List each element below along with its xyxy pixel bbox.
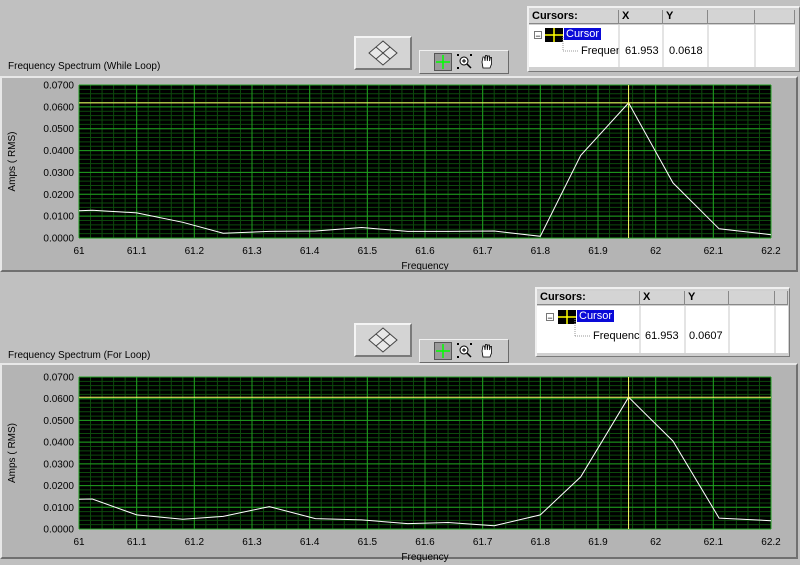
column-y-header: Y: [663, 10, 708, 24]
x-tick-label: 61.8: [531, 246, 551, 257]
zoom-tool[interactable]: [456, 342, 474, 360]
cursor-legend: Cursors: X Y − Cursor Frequency 61.953 0…: [535, 287, 790, 357]
cursor-table-gridlines: [562, 25, 756, 67]
graph-frame: 61 61.1 61.2 61.3 61.4 61.5 61.6 61.7 61.8 61.9 62…: [0, 76, 798, 272]
x-axis-label: Frequency: [401, 261, 448, 270]
zoom-icon: [457, 54, 472, 69]
x-tick-label: 62.1: [704, 537, 724, 548]
cursor-legend: Cursors: X Y − Cursor Frequer 61.953 0.0…: [527, 6, 800, 72]
cursors-header: Cursors:: [529, 10, 619, 24]
x-tick-label: 62: [650, 537, 662, 548]
column-blank-header: [775, 291, 788, 305]
x-tick-label: 61.3: [242, 246, 262, 257]
y-tick-label: 0.0100: [43, 212, 74, 223]
x-tick-label: 61: [73, 537, 85, 548]
pan-tool[interactable]: [478, 53, 496, 71]
x-tick-label: 61.4: [300, 537, 320, 548]
graph-tools-palette: [419, 339, 509, 363]
diamond-nav-icon: [368, 327, 398, 353]
crosshair-icon: [436, 55, 450, 69]
x-tick-label: 62.2: [761, 537, 781, 548]
crosshair-icon: [436, 344, 450, 358]
x-tick-label: 61.7: [473, 537, 493, 548]
y-tick-label: 0.0400: [43, 438, 74, 449]
y-tick-label: 0.0700: [43, 81, 74, 92]
zoom-tool[interactable]: [456, 53, 474, 71]
x-tick-label: 61.8: [531, 537, 551, 548]
x-tick-label: 61.6: [415, 246, 435, 257]
column-x-header: X: [619, 10, 663, 24]
y-tick-label: 0.0600: [43, 102, 74, 113]
spectrum-plot-while-loop[interactable]: 61 61.1 61.2 61.3 61.4 61.5 61.6 61.7 61.8 61.9 62…: [2, 78, 796, 271]
x-tick-label: 61.9: [588, 537, 608, 548]
y-tick-label: 0.0600: [43, 394, 74, 405]
zoom-icon: [457, 343, 472, 358]
cursor-move-tool[interactable]: [434, 342, 452, 360]
x-tick-label: 61: [73, 246, 85, 257]
x-tick-label: 62.2: [761, 246, 781, 257]
y-tick-label: 0.0700: [43, 373, 74, 384]
column-blank-header: [729, 291, 775, 305]
graph-navigation-button[interactable]: [354, 36, 412, 70]
column-blank-header: [708, 10, 755, 24]
y-tick-label: 0.0000: [43, 525, 74, 536]
x-tick-label: 61.1: [127, 537, 147, 548]
column-y-header: Y: [685, 291, 729, 305]
x-tick-label: 61.3: [242, 537, 262, 548]
x-tick-label: 62: [650, 246, 662, 257]
graph-tools-palette: [419, 50, 509, 74]
y-tick-label: 0.0300: [43, 168, 74, 179]
y-tick-label: 0.0000: [43, 234, 74, 245]
panel-for-loop: Frequency Spectrum (For Loop) Cursors: X…: [0, 283, 800, 565]
y-tick-label: 0.0400: [43, 146, 74, 157]
x-tick-label: 61.5: [358, 246, 378, 257]
hand-icon: [481, 55, 493, 69]
y-tick-label: 0.0500: [43, 124, 74, 135]
y-tick-label: 0.0200: [43, 190, 74, 201]
chart-title: Frequency Spectrum (While Loop): [8, 61, 161, 72]
x-tick-label: 61.4: [300, 246, 320, 257]
column-blank-header: [755, 10, 795, 24]
x-tick-label: 61.2: [185, 246, 205, 257]
spectrum-plot-for-loop[interactable]: 61 61.1 61.2 61.3 61.4 61.5 61.6 61.7 61.8 61.9 62…: [2, 365, 796, 564]
pan-tool[interactable]: [478, 342, 496, 360]
chart-title: Frequency Spectrum (For Loop): [8, 350, 151, 361]
y-tick-label: 0.0200: [43, 481, 74, 492]
column-x-header: X: [640, 291, 685, 305]
y-tick-label: 0.0500: [43, 416, 74, 427]
cursor-move-tool[interactable]: [434, 53, 452, 71]
graph-frame: 61 61.1 61.2 61.3 61.4 61.5 61.6 61.7 61.8 61.9 62…: [0, 363, 798, 563]
x-tick-label: 62.1: [704, 246, 724, 257]
x-tick-label: 61.9: [588, 246, 608, 257]
y-tick-label: 0.0100: [43, 503, 74, 514]
x-tick-label: 61.6: [415, 537, 435, 548]
y-axis-label: Amps ( RMS): [7, 132, 18, 192]
cursors-header: Cursors:: [537, 291, 640, 305]
panel-while-loop: Frequency Spectrum (While Loop) Cursors:…: [0, 0, 800, 282]
y-axis-label: Amps ( RMS): [7, 423, 18, 483]
y-tick-label: 0.0300: [43, 459, 74, 470]
x-tick-label: 61.5: [358, 537, 378, 548]
x-axis-label: Frequency: [401, 552, 448, 563]
diamond-nav-icon: [368, 40, 398, 66]
x-tick-label: 61.1: [127, 246, 147, 257]
x-tick-label: 61.2: [185, 537, 205, 548]
graph-navigation-button[interactable]: [354, 323, 412, 357]
x-tick-label: 61.7: [473, 246, 493, 257]
cursor-table-gridlines: [574, 306, 776, 353]
hand-icon: [481, 344, 493, 358]
